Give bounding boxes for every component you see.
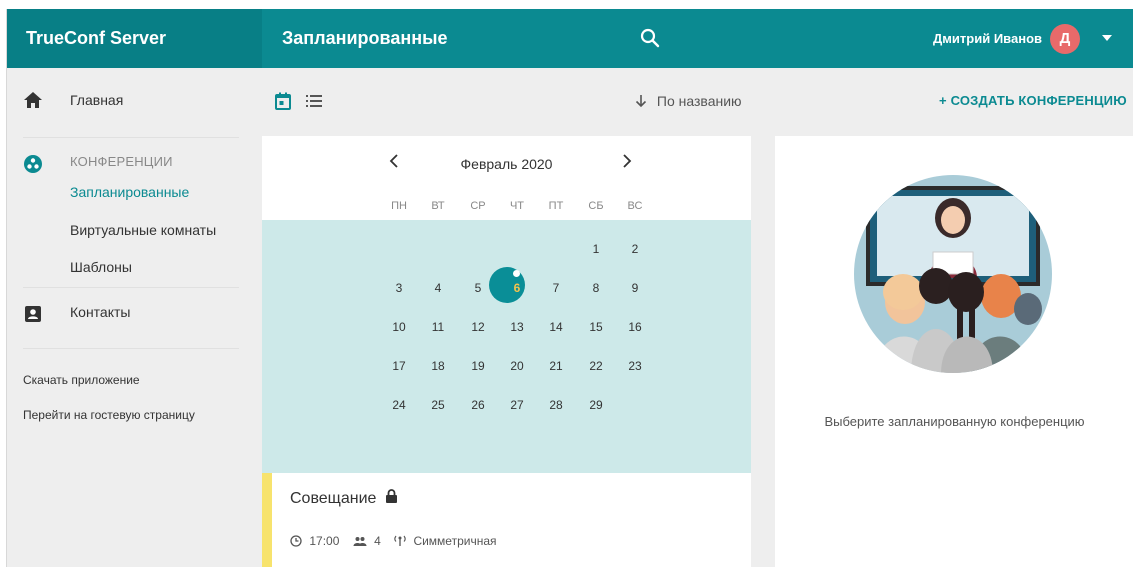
app-window: TrueConf Server Запланированные Дмитрий …: [6, 9, 1133, 567]
mode-icon: [394, 534, 406, 548]
chevron-down-icon[interactable]: [1102, 35, 1112, 41]
lock-icon: [381, 489, 398, 507]
sort-label: По названию: [656, 93, 742, 109]
detail-panel: Выберите запланированную конференцию: [775, 136, 1133, 567]
contacts-icon: [23, 304, 43, 324]
calendar-card: Февраль 2020 ПН ВТ СР ЧТ ПТ СБ ВС 1 2 3 4 5 7 8 9 10 11…: [262, 136, 751, 473]
guest-page-link[interactable]: Перейти на гостевую страницу: [23, 408, 195, 422]
calendar-day[interactable]: 23: [620, 359, 650, 373]
search-icon[interactable]: [639, 27, 661, 49]
divider: [23, 137, 239, 138]
calendar-day[interactable]: 18: [423, 359, 453, 373]
calendar-day[interactable]: 21: [541, 359, 571, 373]
calendar-day[interactable]: 4: [423, 281, 453, 295]
meeting-time: 17:00: [309, 534, 340, 548]
download-app-link[interactable]: Скачать приложение: [23, 373, 140, 387]
sort-dropdown[interactable]: По названию: [635, 93, 742, 109]
calendar-day[interactable]: 2: [620, 242, 650, 256]
create-conference-button[interactable]: + СОЗДАТЬ КОНФЕРЕНЦИЮ: [939, 93, 1127, 108]
weekday-label: ПТ: [548, 200, 564, 212]
meeting-participants: 4: [374, 534, 381, 548]
weekday-label: ЧТ: [509, 200, 525, 212]
meeting-meta: 17:00 4 Симметричная: [290, 534, 497, 548]
calendar-day-today[interactable]: 6: [502, 281, 532, 295]
meeting-mode: Симметричная: [413, 534, 497, 548]
sidebar-item-label: Главная: [70, 92, 124, 108]
conference-illustration: [854, 175, 1052, 373]
divider: [23, 287, 239, 288]
calendar-day[interactable]: 13: [502, 320, 532, 334]
next-month-button[interactable]: [619, 154, 635, 173]
conference-icon: [23, 154, 43, 174]
page-title: Запланированные: [282, 28, 448, 48]
top-bar: TrueConf Server Запланированные Дмитрий …: [7, 9, 1133, 68]
calendar-day[interactable]: 19: [463, 359, 493, 373]
sidebar-item-home[interactable]: Главная: [7, 88, 262, 112]
app-title[interactable]: TrueConf Server: [7, 9, 262, 68]
sidebar-item-templates[interactable]: Шаблоны: [70, 259, 132, 275]
sidebar-item-label: Контакты: [70, 304, 131, 320]
divider: [23, 348, 239, 349]
meeting-title: Совещание: [290, 489, 398, 508]
calendar-day[interactable]: 27: [502, 398, 532, 412]
calendar-day[interactable]: 29: [581, 398, 611, 412]
calendar-day[interactable]: 22: [581, 359, 611, 373]
meeting-title-text: Совещание: [290, 490, 377, 507]
calendar-day[interactable]: 12: [463, 320, 493, 334]
calendar-day[interactable]: 7: [541, 281, 571, 295]
clock-icon: [290, 534, 302, 548]
sidebar-item-scheduled[interactable]: Запланированные: [70, 184, 189, 200]
sidebar-item-contacts[interactable]: Контакты: [7, 302, 262, 326]
weekday-label: ПН: [391, 200, 407, 212]
calendar-day[interactable]: 17: [384, 359, 414, 373]
participants-icon: [353, 534, 367, 548]
weekday-label: СР: [470, 200, 486, 212]
section-conferences: КОНФЕРЕНЦИИ: [70, 154, 173, 169]
calendar-day[interactable]: 20: [502, 359, 532, 373]
calendar-day[interactable]: 1: [581, 242, 611, 256]
sidebar: Главная КОНФЕРЕНЦИИ Запланированные Вирт…: [7, 68, 262, 567]
event-dot: [513, 270, 520, 277]
calendar-day[interactable]: 8: [581, 281, 611, 295]
calendar-range-highlight: [262, 220, 751, 473]
user-name[interactable]: Дмитрий Иванов: [933, 9, 1042, 68]
avatar[interactable]: Д: [1050, 24, 1080, 54]
weekday-label: ВТ: [431, 200, 445, 212]
sort-arrow-icon: [635, 93, 651, 109]
sidebar-item-virtual-rooms[interactable]: Виртуальные комнаты: [70, 222, 216, 238]
weekday-label: СБ: [588, 200, 604, 212]
calendar-day[interactable]: 3: [384, 281, 414, 295]
calendar-day[interactable]: 10: [384, 320, 414, 334]
calendar-view-icon[interactable]: [273, 91, 293, 111]
calendar-day[interactable]: 9: [620, 281, 650, 295]
month-title: Февраль 2020: [460, 156, 553, 172]
calendar-day[interactable]: 28: [541, 398, 571, 412]
calendar-day[interactable]: 15: [581, 320, 611, 334]
calendar-day[interactable]: 16: [620, 320, 650, 334]
weekday-label: ВС: [627, 200, 643, 212]
calendar-day[interactable]: 26: [463, 398, 493, 412]
calendar-day[interactable]: 24: [384, 398, 414, 412]
home-icon: [23, 90, 43, 110]
calendar-day[interactable]: 25: [423, 398, 453, 412]
calendar-day[interactable]: 14: [541, 320, 571, 334]
detail-placeholder: Выберите запланированную конференцию: [824, 414, 1085, 429]
list-view-icon[interactable]: [304, 91, 324, 111]
calendar-day[interactable]: 11: [423, 320, 453, 334]
meeting-card[interactable]: Совещание 17:00 4 Симметричная: [262, 473, 751, 567]
